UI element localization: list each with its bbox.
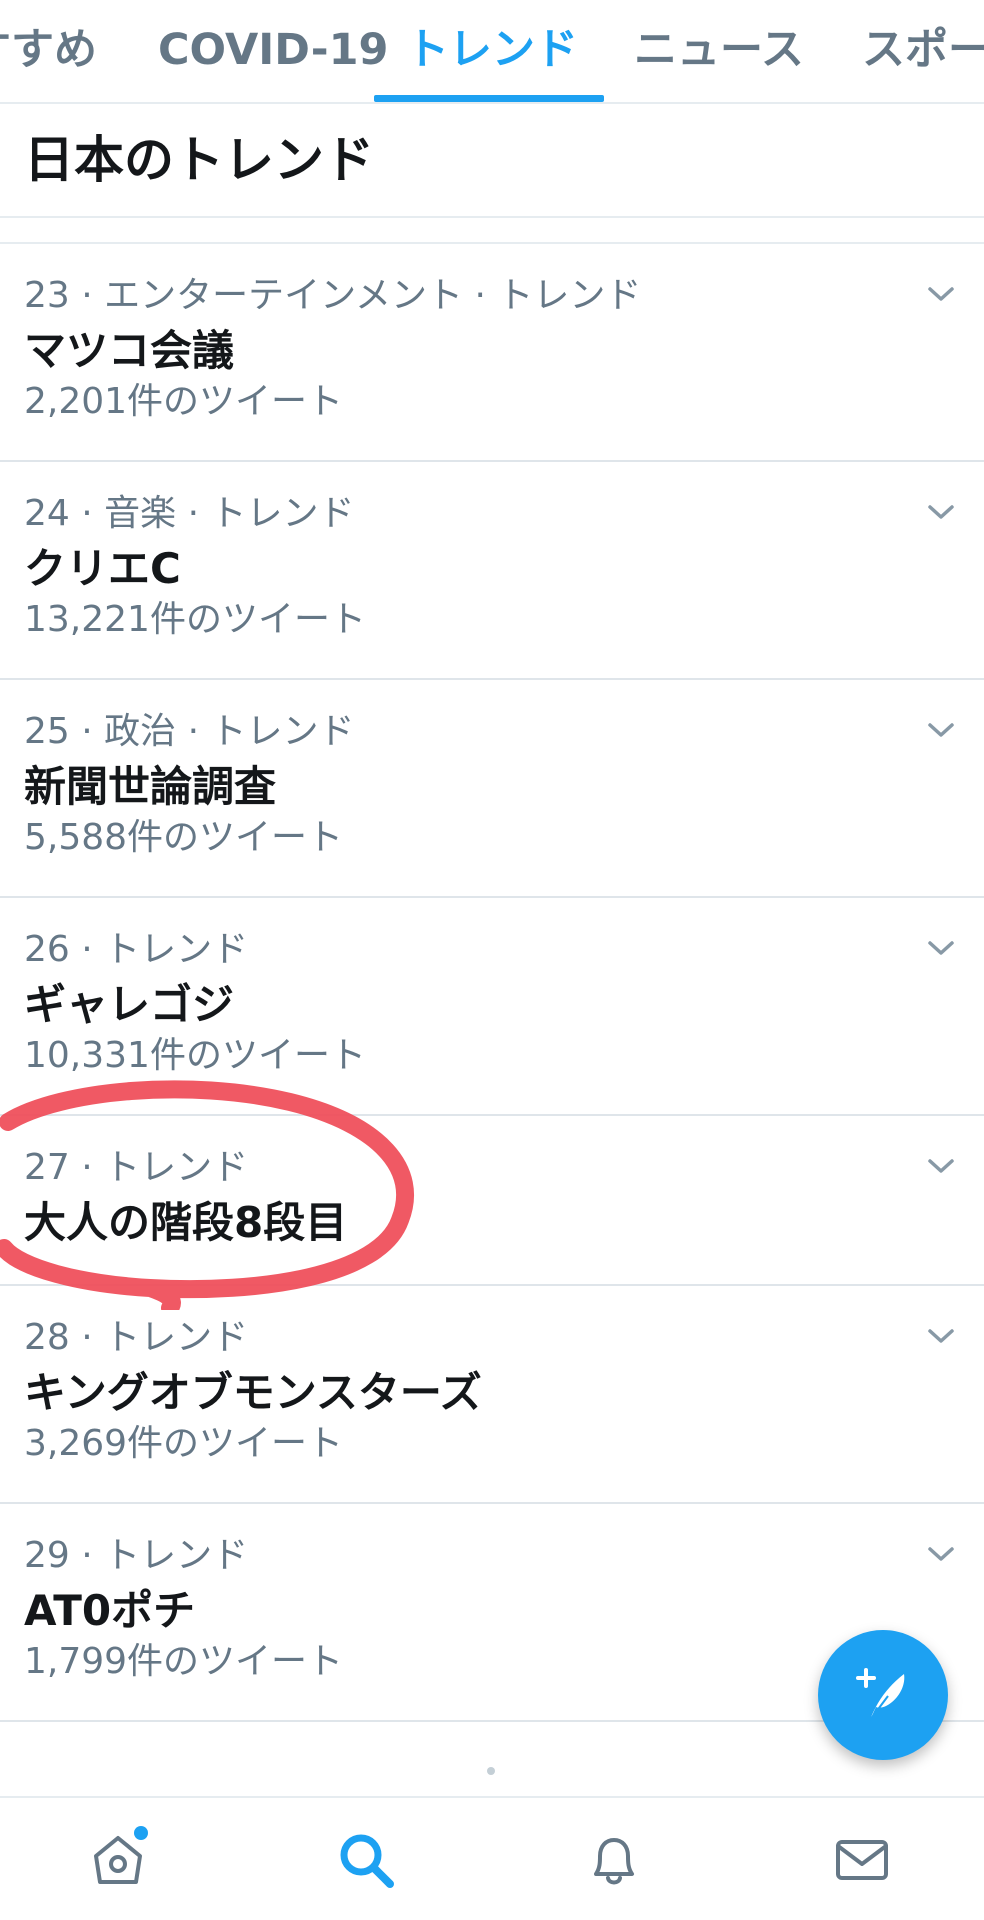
- chevron-down-icon[interactable]: [926, 1326, 956, 1346]
- trend-item[interactable]: 23 · エンターテインメント · トレンド マツコ会議 2,201件のツイート: [0, 244, 984, 462]
- chevron-down-icon[interactable]: [926, 720, 956, 740]
- trend-item[interactable]: 25 · 政治 · トレンド 新聞世論調査 5,588件のツイート: [0, 680, 984, 898]
- trend-name: AT0ポチ: [24, 1586, 196, 1635]
- nav-messages[interactable]: [830, 1828, 894, 1892]
- trend-item[interactable]: 24 · 音楽 · トレンド クリエC 13,221件のツイート: [0, 462, 984, 680]
- trend-meta: 25 · 政治 · トレンド: [24, 711, 355, 752]
- explore-tab-bar: すすめ COVID-19 トレンド ニュース スポーツ: [0, 0, 984, 104]
- tab-trends[interactable]: トレンド: [406, 22, 578, 78]
- trend-name: クリエC: [24, 544, 181, 593]
- nav-notifications[interactable]: [582, 1828, 646, 1892]
- bottom-navigation: [0, 1796, 984, 1920]
- new-content-dot: [134, 1826, 148, 1840]
- tab-news[interactable]: ニュース: [634, 22, 804, 78]
- trend-name: ギャレゴジ: [24, 980, 235, 1029]
- active-tab-indicator: [374, 95, 604, 102]
- trend-meta: 26 · トレンド: [24, 929, 249, 970]
- mail-icon: [836, 1840, 888, 1880]
- trend-tweet-count: 3,269件のツイート: [24, 1423, 344, 1464]
- trend-tweet-count: 10,331件のツイート: [24, 1035, 366, 1076]
- tab-covid-19[interactable]: COVID-19: [158, 22, 388, 78]
- bell-icon: [594, 1838, 634, 1885]
- chevron-down-icon[interactable]: [926, 502, 956, 522]
- trend-name: 新聞世論調査: [24, 762, 277, 811]
- trend-meta: 28 · トレンド: [24, 1317, 249, 1358]
- trend-name: キングオブモンスターズ: [24, 1368, 482, 1417]
- scroll-indicator: [487, 1767, 495, 1775]
- trend-meta: 24 · 音楽 · トレンド: [24, 493, 355, 534]
- search-icon: [340, 1834, 394, 1888]
- trend-item[interactable]: 28 · トレンド キングオブモンスターズ 3,269件のツイート: [0, 1286, 984, 1504]
- twitter-explore-screen: すすめ COVID-19 トレンド ニュース スポーツ 日本のトレンド 23 ·…: [0, 0, 984, 1920]
- nav-search[interactable]: [334, 1828, 398, 1892]
- chevron-down-icon[interactable]: [926, 1544, 956, 1564]
- chevron-down-icon[interactable]: [926, 1156, 956, 1176]
- trend-meta: 27 · トレンド: [24, 1147, 249, 1188]
- trend-item[interactable]: 27 · トレンド 大人の階段8段目: [0, 1116, 984, 1286]
- trend-tweet-count: 2,201件のツイート: [24, 381, 344, 422]
- trend-tweet-count: 1,799件のツイート: [24, 1641, 344, 1682]
- compose-tweet-icon: [856, 1668, 905, 1721]
- tab-recommended[interactable]: すすめ: [0, 22, 97, 78]
- trend-meta: 29 · トレンド: [24, 1535, 249, 1576]
- trend-tweet-count: 5,588件のツイート: [24, 817, 344, 858]
- chevron-down-icon[interactable]: [926, 938, 956, 958]
- section-header: 日本のトレンド: [0, 104, 984, 218]
- section-title: 日本のトレンド: [24, 131, 374, 189]
- trend-name: マツコ会議: [24, 326, 235, 375]
- chevron-down-icon[interactable]: [926, 284, 956, 304]
- tab-sports[interactable]: スポーツ: [862, 22, 984, 78]
- trend-item[interactable]: 26 · トレンド ギャレゴジ 10,331件のツイート: [0, 898, 984, 1116]
- compose-tweet-button[interactable]: [818, 1630, 948, 1760]
- trend-name: 大人の階段8段目: [24, 1198, 348, 1247]
- trend-tweet-count: 13,221件のツイート: [24, 599, 366, 640]
- trend-meta: 23 · エンターテインメント · トレンド: [24, 275, 642, 316]
